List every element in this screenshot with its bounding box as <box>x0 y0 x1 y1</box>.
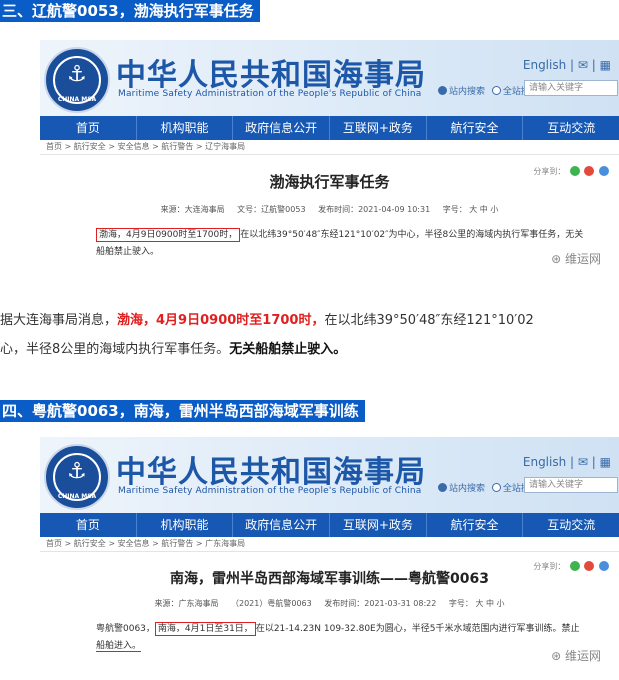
nav-functions[interactable]: 机构职能 <box>137 116 234 140</box>
radio-site-search[interactable] <box>438 86 447 95</box>
radio-all-search[interactable] <box>491 483 501 492</box>
site-name-en: Maritime Safety Administration of the Pe… <box>118 486 422 496</box>
radio-site-search[interactable] <box>438 483 447 492</box>
section-4-title: 四、粤航警0063，南海，雷州半岛西部海域军事训练 <box>0 400 365 422</box>
qq-icon[interactable] <box>599 166 609 176</box>
nav-internet-gov[interactable]: 互联网+政务 <box>330 513 427 537</box>
section-3-paragraph-line1: 据大连海事局消息，渤海，4月9日0900时至1700时，在以北纬39°50′48… <box>0 313 534 328</box>
breadcrumb: 首页 > 航行安全 > 安全信息 > 航行警告 > 辽宁海事局 <box>40 140 619 155</box>
nav-navigation-safety[interactable]: 航行安全 <box>427 513 524 537</box>
article-body: 粤航警0063， 南海，4月1日至31日， 在以21-14.23N 109-32.8… <box>96 622 580 652</box>
book-icon[interactable]: ▦ <box>600 455 611 469</box>
highlighted-time: 南海，4月1日至31日， <box>154 622 256 636</box>
article-body: 渤海，4月9日0900时至1700时， 在以北纬39°50′48″东经121°10… <box>96 228 584 257</box>
nav-gov-info[interactable]: 政府信息公开 <box>233 513 331 537</box>
weibo-icon[interactable] <box>584 561 595 571</box>
nav-home[interactable]: 首页 <box>40 116 137 140</box>
breadcrumb: 首页 > 航行安全 > 安全信息 > 航行警告 > 广东海事局 <box>40 537 619 552</box>
msa-screenshot-2: ⚓ CHINA MSA 中华人民共和国海事局 Maritime Safety A… <box>40 437 619 680</box>
nav-gov-info[interactable]: 政府信息公开 <box>233 116 331 140</box>
english-link[interactable]: English <box>523 58 566 72</box>
site-name-en: Maritime Safety Administration of the Pe… <box>118 89 422 99</box>
search-input[interactable]: 请输入关键字 <box>524 477 618 493</box>
nav-interaction[interactable]: 互动交流 <box>523 513 619 537</box>
msa-logo: ⚓ CHINA MSA <box>44 444 110 510</box>
book-icon[interactable]: ▦ <box>600 58 611 72</box>
nav-navigation-safety[interactable]: 航行安全 <box>427 116 524 140</box>
nav-home[interactable]: 首页 <box>40 513 137 537</box>
nav-interaction[interactable]: 互动交流 <box>523 116 619 140</box>
radio-all-search[interactable] <box>491 86 501 95</box>
share-bar: 分享到： <box>533 166 609 177</box>
lang-bar: English | ✉ | ▦ <box>522 455 611 469</box>
main-nav: 首页 机构职能 政府信息公开 互联网+政务 航行安全 互动交流 <box>40 116 619 140</box>
mail-icon[interactable]: ✉ <box>578 455 588 469</box>
search-input[interactable]: 请输入关键字 <box>524 80 618 96</box>
share-bar: 分享到： <box>533 561 609 572</box>
section-3-title: 三、辽航警0053，渤海执行军事任务 <box>0 0 260 22</box>
lang-bar: English | ✉ | ▦ <box>522 58 611 72</box>
article-title: 南海，雷州半岛西部海域军事训练——粤航警0063 <box>170 571 489 587</box>
section-3-paragraph-line2: 心，半径8公里的海域内执行军事任务。无关船舶禁止驶入。 <box>0 342 347 357</box>
msa-logo: ⚓ CHINA MSA <box>44 47 110 113</box>
article-meta: 来源：广东海事局 （2021）粤航警0063 发布时间：2021-03-31 0… <box>154 599 505 608</box>
mail-icon[interactable]: ✉ <box>578 58 588 72</box>
nav-functions[interactable]: 机构职能 <box>137 513 234 537</box>
article-title: 渤海执行军事任务 <box>269 173 390 191</box>
msa-screenshot-1: ⚓ CHINA MSA 中华人民共和国海事局 Maritime Safety A… <box>40 40 619 280</box>
wechat-icon[interactable] <box>569 166 580 176</box>
site-banner: ⚓ CHINA MSA 中华人民共和国海事局 Maritime Safety A… <box>40 40 619 116</box>
anchor-icon: ⚓ <box>67 62 87 87</box>
watermark: ⊛ 维运网 <box>551 649 601 663</box>
site-banner: ⚓ CHINA MSA 中华人民共和国海事局 Maritime Safety A… <box>40 437 619 513</box>
article-meta: 来源：大连海事局 文号：辽航警0053 发布时间：2021-04-09 10:3… <box>160 205 499 214</box>
watermark: ⊛ 维运网 <box>551 252 601 266</box>
anchor-icon: ⚓ <box>67 459 87 484</box>
main-nav: 首页 机构职能 政府信息公开 互联网+政务 航行安全 互动交流 <box>40 513 619 537</box>
highlighted-time: 渤海，4月9日0900时至1700时， <box>96 228 241 242</box>
english-link[interactable]: English <box>523 455 566 469</box>
site-name-cn: 中华人民共和国海事局 <box>116 455 426 490</box>
underlined-text: 船舶进入。 <box>96 641 142 652</box>
qq-icon[interactable] <box>599 561 609 571</box>
wechat-icon[interactable] <box>569 561 580 571</box>
site-name-cn: 中华人民共和国海事局 <box>116 58 426 93</box>
weibo-icon[interactable] <box>584 166 595 176</box>
nav-internet-gov[interactable]: 互联网+政务 <box>330 116 427 140</box>
